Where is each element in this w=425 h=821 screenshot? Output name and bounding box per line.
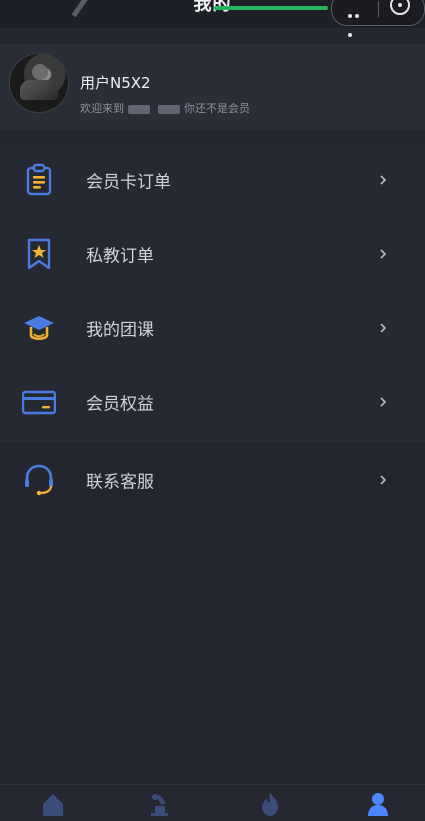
menu-item-member-benefits[interactable]: 会员权益 [0,365,425,439]
username: 用户N5X2 [80,74,151,92]
headset-icon [25,464,53,496]
mini-program-capsule[interactable] [331,0,425,37]
chevron-right-icon [380,249,387,259]
flame-icon[interactable] [257,791,283,817]
home-icon[interactable] [40,791,66,817]
chevron-right-icon [380,175,387,185]
membership-status: 欢迎来到 你还不是会员 [80,100,250,116]
clipboard-icon [26,163,52,196]
user-icon[interactable] [365,791,391,817]
menu-item-label: 会员卡订单 [86,172,171,193]
close-icon[interactable] [390,0,410,15]
top-bar: 我的 [0,0,425,37]
graduation-cap-icon [24,316,54,341]
training-icon[interactable] [146,791,172,817]
more-options-icon[interactable] [348,3,368,37]
profile-section[interactable]: 用户N5X2 欢迎来到 你还不是会员 [0,44,425,130]
menu-item-label: 私教订单 [86,246,154,267]
redacted-text [158,104,180,114]
chevron-right-icon [380,397,387,407]
redacted-text [128,104,150,114]
menu-item-my-group-classes[interactable]: 我的团课 [0,291,425,365]
profile-menu: 会员卡订单 私教订单 我的团课 会员权益 联系客服 [0,143,425,518]
menu-item-personal-training-orders[interactable]: 私教订单 [0,217,425,291]
menu-item-label: 我的团课 [86,320,154,341]
welcome-text: 欢迎来到 [80,102,124,115]
menu-item-label: 会员权益 [86,394,154,415]
bookmark-star-icon [27,238,51,270]
credit-card-icon [22,390,56,415]
menu-item-contact-support[interactable]: 联系客服 [0,441,425,518]
menu-item-label: 联系客服 [86,472,154,493]
avatar[interactable] [10,54,68,112]
capsule-divider [378,1,379,17]
chevron-right-icon [380,323,387,333]
loading-progress-bar [214,6,328,10]
chevron-right-icon [380,475,387,485]
bottom-tab-bar [0,784,425,821]
membership-status-text: 你还不是会员 [184,102,250,115]
menu-item-membership-card-orders[interactable]: 会员卡订单 [0,143,425,217]
